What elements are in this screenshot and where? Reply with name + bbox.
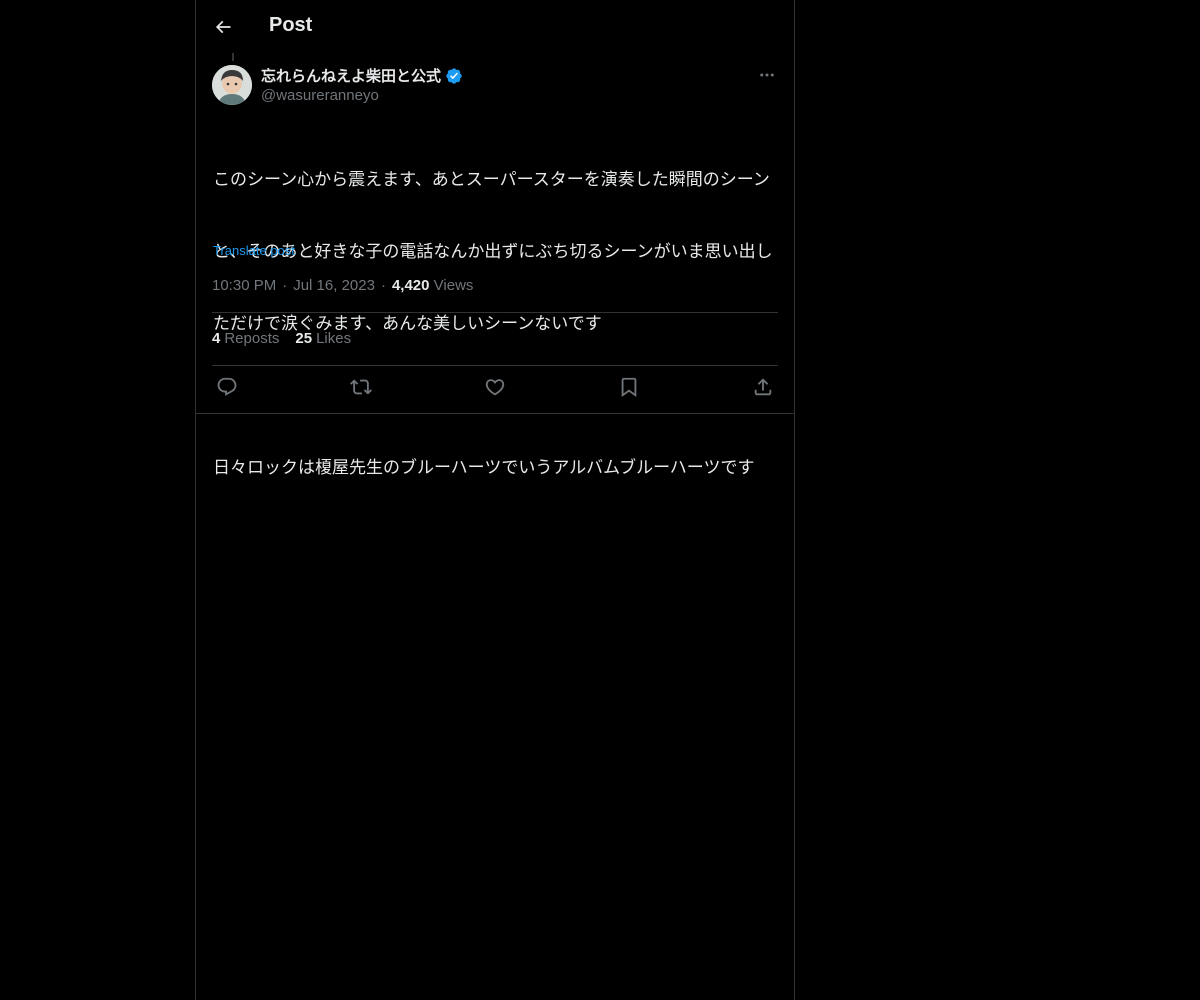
reply-icon (217, 377, 237, 396)
reposts-count: 4 (212, 330, 221, 347)
arrow-left-icon (215, 20, 231, 34)
reposts-label: Reposts (224, 330, 280, 347)
reply-button[interactable] (216, 376, 238, 398)
post-header: Post (196, 0, 794, 53)
likes-label: Likes (316, 330, 352, 347)
views-label: Views (433, 277, 474, 294)
likes-stat[interactable]: 25 Likes (295, 330, 351, 347)
post-text-line: このシーン心から震えます、あとスーパースターを演奏した瞬間のシーン (213, 170, 770, 190)
action-bar (212, 376, 778, 402)
like-button[interactable] (484, 376, 506, 398)
views-count: 4,420 (391, 277, 430, 294)
post-text-line: 日々ロックは榎屋先生のブルーハーツでいうアルバムブルーハーツです (213, 458, 755, 478)
repost-button[interactable] (350, 376, 372, 398)
thread-connector (232, 53, 234, 61)
likes-count: 25 (295, 330, 313, 347)
translate-post-link[interactable]: Translate post (213, 243, 295, 258)
reposts-stat[interactable]: 4 Reposts (212, 330, 279, 347)
meta-separator: · (282, 277, 288, 294)
bookmark-icon (621, 377, 637, 398)
like-icon (485, 379, 505, 396)
author-name-row[interactable]: 忘れらんねえよ柴田と公式 (261, 65, 463, 86)
more-horizontal-icon (760, 73, 774, 77)
post-column: Post 忘れらんねえよ柴田と公式 @wasureranneyo このシーン心か… (195, 0, 795, 1000)
more-options-button[interactable] (756, 64, 778, 86)
repost-icon (350, 379, 372, 395)
post-text-line: と、そのあと好きな子の電話なんか出ずにぶち切るシーンがいま思い出し (213, 242, 773, 262)
divider (196, 413, 794, 414)
share-icon (754, 378, 772, 396)
divider (212, 312, 778, 313)
post-meta: 10:30 PM · Jul 16, 2023 · 4,420 Views (212, 277, 473, 294)
post-text: このシーン心から震えます、あとスーパースターを演奏した瞬間のシーン と、そのあと… (213, 120, 779, 528)
back-button[interactable] (210, 14, 236, 40)
engagement-stats: 4 Reposts 25 Likes (212, 330, 351, 347)
verified-badge-icon (446, 67, 462, 84)
share-button[interactable] (752, 376, 774, 398)
divider (212, 365, 778, 366)
author-display-name[interactable]: 忘れらんねえよ柴田と公式 (261, 65, 441, 86)
avatar-image (212, 65, 252, 105)
author-handle[interactable]: @wasureranneyo (261, 87, 379, 104)
avatar[interactable] (212, 65, 252, 105)
post-time[interactable]: 10:30 PM (212, 277, 276, 294)
bookmark-button[interactable] (618, 376, 640, 398)
page-title: Post (269, 14, 313, 36)
meta-separator: · (380, 277, 386, 294)
post-date[interactable]: Jul 16, 2023 (293, 277, 375, 294)
